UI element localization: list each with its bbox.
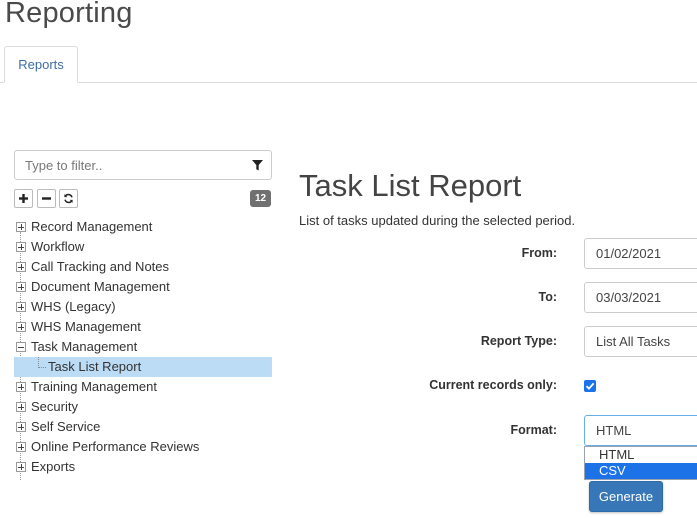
expand-icon[interactable] xyxy=(16,302,26,312)
from-date-field[interactable]: 01/02/2021 xyxy=(584,238,697,269)
tree-item-whs-legacy[interactable]: WHS (Legacy) xyxy=(14,297,272,317)
filter-icon[interactable] xyxy=(252,160,263,171)
minus-icon xyxy=(42,197,51,200)
expand-icon[interactable] xyxy=(16,382,26,392)
expand-all-button[interactable] xyxy=(14,189,33,208)
filter-input[interactable] xyxy=(15,151,235,179)
tree-item-security[interactable]: Security xyxy=(14,397,272,417)
expand-icon[interactable] xyxy=(16,322,26,332)
expand-icon[interactable] xyxy=(16,222,26,232)
to-date-field[interactable]: 03/03/2021 xyxy=(584,282,697,313)
refresh-button[interactable] xyxy=(59,189,78,208)
expand-icon[interactable] xyxy=(16,242,26,252)
tree-item-exports[interactable]: Exports xyxy=(14,457,272,477)
report-description: List of tasks updated during the selecte… xyxy=(299,213,576,228)
report-type-label: Report Type: xyxy=(480,334,557,348)
tree-item-self-service[interactable]: Self Service xyxy=(14,417,272,437)
tree-branch-line xyxy=(38,357,46,368)
tree-item-task-list-report[interactable]: Task List Report xyxy=(14,357,272,377)
report-tree: Record Management Workflow Call Tracking… xyxy=(14,217,272,480)
format-dropdown-list: HTML CSV xyxy=(584,446,697,480)
expand-icon[interactable] xyxy=(16,422,26,432)
expand-icon[interactable] xyxy=(16,262,26,272)
collapse-all-button[interactable] xyxy=(37,189,56,208)
page-title: Reporting xyxy=(5,0,133,29)
format-label: Format: xyxy=(510,423,557,437)
report-title: Task List Report xyxy=(299,168,522,203)
plus-icon xyxy=(19,194,28,203)
format-option-html[interactable]: HTML xyxy=(585,447,697,463)
collapse-icon[interactable] xyxy=(16,342,26,352)
tree-item-training-management[interactable]: Training Management xyxy=(14,377,272,397)
tabs-divider xyxy=(0,82,697,83)
tree-item-task-management[interactable]: Task Management xyxy=(14,337,272,357)
to-label: To: xyxy=(538,290,557,304)
tab-reports[interactable]: Reports xyxy=(4,46,78,83)
expand-icon[interactable] xyxy=(16,282,26,292)
tree-filter[interactable] xyxy=(14,150,272,180)
format-select[interactable]: HTML xyxy=(584,415,697,446)
tree-item-document-management[interactable]: Document Management xyxy=(14,277,272,297)
count-badge: 12 xyxy=(250,190,271,207)
check-icon xyxy=(585,382,595,390)
refresh-icon xyxy=(64,193,73,204)
tree-item-workflow[interactable]: Workflow xyxy=(14,237,272,257)
tree-item-record-management[interactable]: Record Management xyxy=(14,217,272,237)
expand-icon[interactable] xyxy=(16,442,26,452)
generate-button[interactable]: Generate xyxy=(589,481,663,512)
current-records-checkbox[interactable] xyxy=(584,380,596,392)
tree-item-online-performance-reviews[interactable]: Online Performance Reviews xyxy=(14,437,272,457)
expand-icon[interactable] xyxy=(16,402,26,412)
tree-item-call-tracking[interactable]: Call Tracking and Notes xyxy=(14,257,272,277)
from-label: From: xyxy=(521,246,557,260)
current-records-label: Current records only: xyxy=(429,378,557,392)
tree-item-whs-management[interactable]: WHS Management xyxy=(14,317,272,337)
format-option-csv[interactable]: CSV xyxy=(585,463,697,479)
expand-icon[interactable] xyxy=(16,462,26,472)
report-type-select[interactable]: List All Tasks xyxy=(584,326,697,357)
